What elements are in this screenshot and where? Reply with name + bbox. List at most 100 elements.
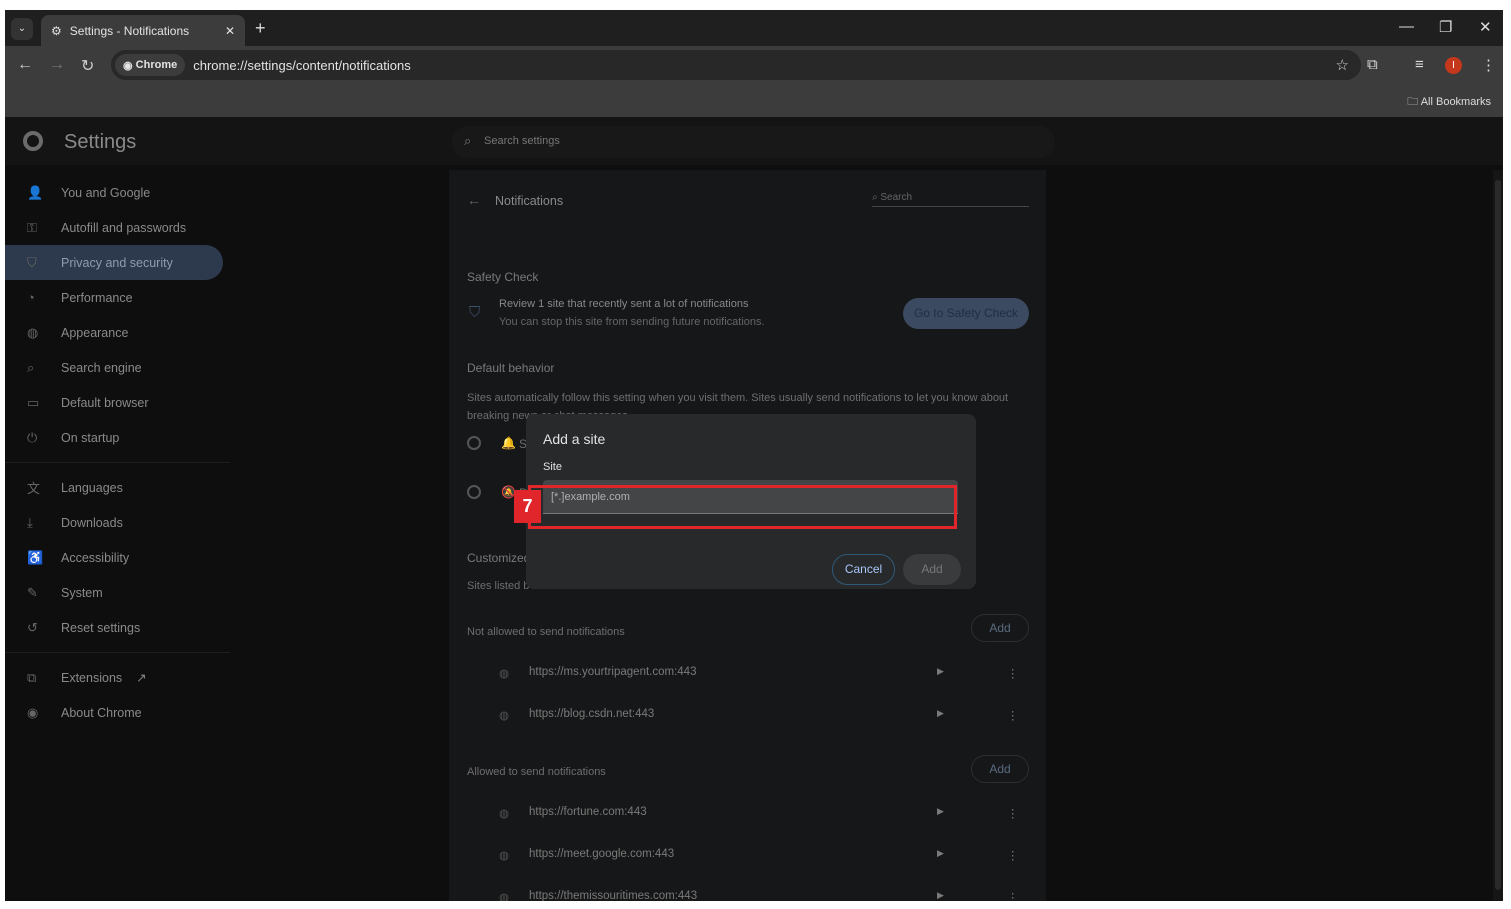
sidebar-item-label: Autofill and passwords <box>61 220 187 235</box>
close-window-button[interactable]: ✕ <box>1479 18 1492 36</box>
more-actions-icon[interactable]: ⋮ <box>1007 848 1019 862</box>
more-actions-icon[interactable]: ⋮ <box>1007 708 1019 722</box>
site-url: https://themissouritimes.com:443 <box>529 890 698 901</box>
sidebar-item-label: Downloads <box>61 515 123 530</box>
more-actions-icon[interactable]: ⋮ <box>1007 890 1019 901</box>
sidebar-item-label: Performance <box>61 290 133 305</box>
safety-check-heading: Safety Check <box>467 270 539 284</box>
tab-search-button[interactable]: ⌄ <box>11 18 33 40</box>
tab-title: Settings - Notifications <box>69 23 190 38</box>
back-button[interactable]: ← <box>17 56 33 74</box>
go-to-safety-check-button[interactable]: Go to Safety Check <box>903 298 1029 329</box>
site-label: Site <box>543 461 562 473</box>
sidebar-item-label: Accessibility <box>61 550 130 565</box>
sidebar-divider <box>5 462 230 463</box>
chevron-right-icon[interactable]: ▶ <box>937 890 944 901</box>
reload-button[interactable]: ↻ <box>81 56 94 76</box>
sidebar-item-accessibility[interactable]: ♿ Accessibility <box>5 540 230 575</box>
sidebar-item-languages[interactable]: 文 Languages <box>5 470 230 505</box>
tab-settings-notifications[interactable]: ⚙ Settings - Notifications ✕ <box>41 15 245 46</box>
globe-icon: ◍ <box>499 710 510 722</box>
extensions-icon[interactable]: ⧉ <box>1367 56 1378 73</box>
add-button[interactable]: Add <box>903 554 961 585</box>
globe-icon: ◍ <box>499 808 510 820</box>
chrome-logo-icon <box>23 131 43 151</box>
sidebar-item-reset-settings[interactable]: ↺ Reset settings <box>5 610 230 645</box>
cancel-button[interactable]: Cancel <box>832 554 895 585</box>
chevron-right-icon[interactable]: ▶ <box>937 848 944 859</box>
sidebar-item-label: On startup <box>61 430 120 445</box>
search-icon: ⌕ <box>27 359 35 375</box>
sidebar-item-label: Search engine <box>61 360 142 375</box>
radio-block[interactable] <box>467 485 481 499</box>
chevron-right-icon[interactable]: ▶ <box>937 666 944 677</box>
more-actions-icon[interactable]: ⋮ <box>1007 666 1019 680</box>
sidebar: 👤 You and Google ⚿ Autofill and passwords ⛉ P… <box>5 175 230 730</box>
all-bookmarks-button[interactable]: 🗀 All Bookmarks <box>1407 93 1491 112</box>
search-placeholder: Search settings <box>484 135 560 147</box>
puzzle-icon: ⧉ <box>27 669 37 685</box>
address-bar[interactable]: ◉ Chrome chrome://settings/content/notif… <box>111 50 1361 80</box>
restore-button[interactable]: ❐ <box>1439 18 1452 36</box>
palette-icon: ◍ <box>27 324 39 340</box>
page-title: Notifications <box>495 194 564 208</box>
sidebar-item-label: Default browser <box>61 395 149 410</box>
sidebar-item-downloads[interactable]: ⤓ Downloads <box>5 505 230 540</box>
sidebar-item-label: System <box>61 585 103 600</box>
sidebar-item-privacy-and-security[interactable]: ⛉ Privacy and security <box>5 245 223 280</box>
back-arrow-icon[interactable]: ← <box>467 192 481 208</box>
close-tab-icon[interactable]: ✕ <box>225 24 235 38</box>
chevron-right-icon[interactable]: ▶ <box>937 806 944 817</box>
site-url: https://meet.google.com:443 <box>529 848 675 860</box>
power-icon: ⏻ <box>27 429 38 445</box>
sidebar-item-label: Privacy and security <box>61 255 173 270</box>
forward-button[interactable]: → <box>49 56 65 74</box>
sidebar-item-autofill-and-passwords[interactable]: ⚿ Autofill and passwords <box>5 210 230 245</box>
sidebar-item-extensions[interactable]: ⧉ Extensions ↗ <box>5 660 230 695</box>
sidebar-item-label: Languages <box>61 480 123 495</box>
sidebar-item-default-browser[interactable]: ▭ Default browser <box>5 385 230 420</box>
search-icon: ⌕ <box>464 133 472 148</box>
sidebar-item-label: You and Google <box>61 185 151 200</box>
sidebar-item-about-chrome[interactable]: ◉ About Chrome <box>5 695 230 730</box>
gear-icon: ⚙ <box>51 23 62 38</box>
site-search-input[interactable]: ⌕ Search <box>872 192 1029 207</box>
new-tab-button[interactable]: + <box>255 18 266 39</box>
sidebar-item-on-startup[interactable]: ⏻ On startup <box>5 420 230 455</box>
scrollbar[interactable] <box>1493 170 1503 901</box>
browser-icon: ▭ <box>27 394 40 410</box>
avatar[interactable]: I <box>1445 57 1462 74</box>
person-icon: 👤 <box>27 184 44 200</box>
sidebar-item-you-and-google[interactable]: 👤 You and Google <box>5 175 230 210</box>
site-info-chip[interactable]: ◉ Chrome <box>115 54 186 76</box>
more-actions-icon[interactable]: ⋮ <box>1007 806 1019 820</box>
add-blocked-site-button[interactable]: Add <box>971 614 1029 642</box>
customized-heading: Customized <box>467 551 531 565</box>
all-bookmarks-label: All Bookmarks <box>1420 96 1491 108</box>
sidebar-item-search-engine[interactable]: ⌕ Search engine <box>5 350 230 385</box>
bookmark-star-icon[interactable]: ☆ <box>1336 56 1349 74</box>
shield-icon: ⛉ <box>27 254 37 270</box>
site-url: https://blog.csdn.net:443 <box>529 708 655 720</box>
dialog-title: Add a site <box>543 431 606 447</box>
key-icon: ⚿ <box>27 219 37 235</box>
open-external-icon: ↗ <box>136 671 147 685</box>
speedometer-icon: ◔ <box>27 290 35 305</box>
add-allowed-site-button[interactable]: Add <box>971 755 1029 783</box>
not-allowed-heading: Not allowed to send notifications <box>467 626 625 638</box>
sidebar-item-appearance[interactable]: ◍ Appearance <box>5 315 230 350</box>
allowed-heading: Allowed to send notifications <box>467 766 606 778</box>
menu-icon[interactable]: ⋮ <box>1481 56 1496 74</box>
bookmarks-bar: 🗀 All Bookmarks <box>5 84 1503 117</box>
media-control-icon[interactable]: ≡ <box>1415 56 1424 73</box>
chevron-right-icon[interactable]: ▶ <box>937 708 944 719</box>
settings-search-input[interactable]: ⌕ Search settings <box>452 126 1055 158</box>
settings-header: Settings ⌕ Search settings <box>5 117 1503 165</box>
url-text[interactable]: chrome://settings/content/notifications <box>193 58 411 73</box>
radio-allow[interactable] <box>467 436 481 450</box>
globe-icon: ◍ <box>499 668 510 680</box>
minimize-button[interactable]: — <box>1399 18 1414 35</box>
sidebar-item-performance[interactable]: ◔ Performance <box>5 280 230 315</box>
reset-icon: ↺ <box>27 619 38 635</box>
sidebar-item-system[interactable]: ✎ System <box>5 575 230 610</box>
